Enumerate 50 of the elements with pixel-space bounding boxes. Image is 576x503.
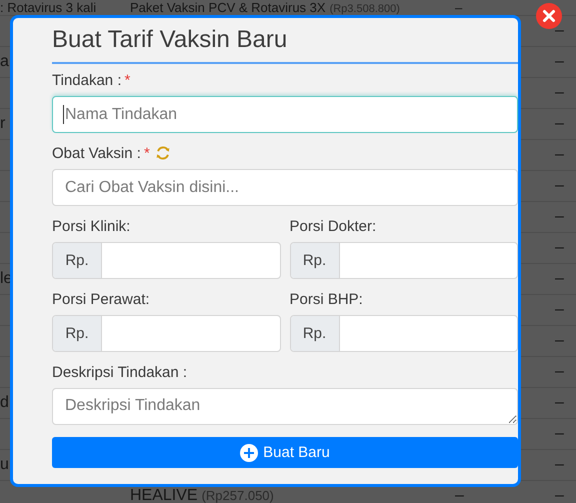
table-cell: – [555, 115, 564, 132]
table-cell: – [555, 270, 564, 287]
required-mark: * [124, 72, 130, 88]
table-cell: r [0, 115, 6, 132]
table-cell: – [555, 177, 564, 194]
table-cell: u [0, 456, 9, 473]
currency-input-field[interactable]: Rp. [52, 242, 280, 279]
field-label: Tindakan : [52, 72, 122, 88]
table-cell: HEALIVE [130, 487, 198, 503]
table-cell: – [555, 363, 564, 380]
required-mark: * [144, 144, 150, 162]
table-cell: Paket Vaksin PCV & Rotavirus 3X [130, 0, 326, 15]
table-cell: : Rotavirus 3 kali [0, 0, 96, 15]
table-cell: – [555, 22, 564, 39]
create-button[interactable]: Buat Baru [52, 437, 518, 468]
field-label: Porsi BHP: [290, 290, 363, 308]
text-cursor [63, 105, 64, 124]
table-cell: – [555, 394, 564, 411]
table-cell: – [555, 239, 564, 256]
table-cell: d [0, 394, 9, 411]
field-label: Obat Vaksin : [52, 144, 141, 162]
table-cell: – [555, 425, 564, 442]
input-field[interactable]: Cari Obat Vaksin disini... [52, 169, 518, 206]
currency-input-field[interactable]: Rp. [290, 315, 518, 352]
textarea-field[interactable]: Deskripsi Tindakan [52, 388, 518, 425]
currency-input-field[interactable]: Rp. [290, 242, 518, 279]
table-cell: – [555, 487, 564, 503]
field-label: Porsi Perawat: [52, 290, 150, 308]
currency-prefix: Rp. [290, 243, 340, 278]
table-cell: – [555, 208, 564, 225]
table-cell: – [455, 487, 464, 503]
currency-prefix: Rp. [53, 316, 102, 351]
table-cell: – [455, 0, 462, 15]
field-label: Porsi Dokter: [290, 218, 376, 234]
field-label: Deskripsi Tindakan : [52, 364, 188, 380]
table-cell: – [555, 332, 564, 349]
close-button[interactable] [536, 3, 562, 29]
currency-prefix: Rp. [53, 243, 102, 278]
table-cell: – [555, 456, 564, 473]
table-cell: – [555, 84, 564, 101]
input-field[interactable]: Nama Tindakan [52, 96, 518, 133]
table-cell: – [555, 146, 564, 163]
plus-icon [240, 444, 258, 462]
table-cell: – [555, 53, 564, 70]
field-label: Porsi Klinik: [52, 218, 130, 234]
currency-input-field[interactable]: Rp. [52, 315, 280, 352]
modal-title: Buat Tarif Vaksin Baru [52, 26, 518, 64]
table-cell: a [0, 53, 9, 70]
table-cell: – [555, 301, 564, 318]
currency-prefix: Rp. [290, 316, 340, 351]
